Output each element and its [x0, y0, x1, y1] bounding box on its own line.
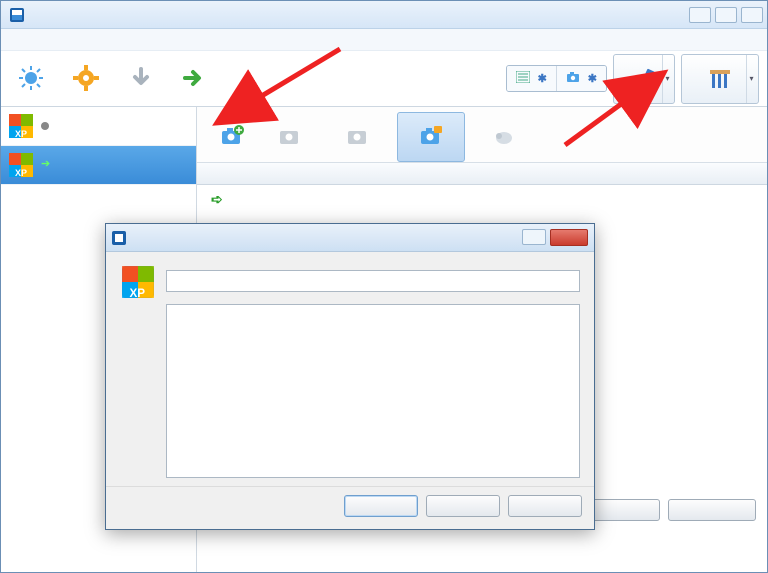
dialog-close-button[interactable]: [550, 229, 588, 246]
virtualbox-icon: [112, 231, 126, 245]
vm-os-icon: XP: [120, 289, 156, 303]
down-arrow-icon: [128, 65, 154, 91]
svg-text:XP: XP: [15, 129, 27, 139]
state-off-icon: [41, 122, 49, 130]
state-run-icon: ➔: [41, 158, 50, 171]
toolbar-right: ✱ ✱ ▾ ▾: [506, 54, 763, 104]
main-toolbar: ✱ ✱ ▾ ▾: [1, 51, 767, 107]
current-state-row[interactable]: ➪: [203, 189, 761, 210]
camera-x-icon: [278, 125, 302, 147]
view-toggle: ✱ ✱: [506, 65, 607, 92]
sheep-icon: [492, 125, 516, 147]
dialog-body: XP: [106, 252, 594, 486]
snapshot-delete-button: [261, 112, 319, 162]
dialog-icon-col: XP: [120, 264, 156, 478]
snapshot-properties-button[interactable]: [397, 112, 465, 162]
reset-snapshot-button[interactable]: [668, 499, 756, 521]
snapshot-clone-button: [465, 112, 543, 162]
vm-text: ➔: [41, 158, 54, 171]
configure-button[interactable]: [57, 53, 115, 105]
take-snapshot-dialog: XP: [105, 223, 595, 530]
camera-icon: [566, 71, 580, 86]
machines-button[interactable]: ▾: [613, 54, 675, 104]
dialog-title-buttons: [522, 229, 588, 246]
menubar: [1, 29, 767, 51]
details-pill[interactable]: ✱: [507, 66, 557, 91]
minimize-button[interactable]: [689, 7, 711, 23]
snapshot-tree: ➪: [197, 185, 767, 214]
snapshot-toolbar: [197, 107, 767, 163]
gear-icon: [73, 65, 99, 91]
tools-icon: [708, 67, 732, 91]
snapshot-desc-textarea[interactable]: [166, 304, 580, 478]
maximize-button[interactable]: [715, 7, 737, 23]
svg-text:XP: XP: [130, 287, 146, 300]
camera-restore-icon: [346, 125, 370, 147]
close-button[interactable]: [741, 7, 763, 23]
right-arrow-icon: [180, 65, 206, 91]
reset-button[interactable]: [115, 53, 167, 105]
vm-os-icon: XP: [7, 151, 35, 179]
create-button[interactable]: [5, 53, 57, 105]
svg-text:XP: XP: [15, 168, 27, 178]
vm-os-icon: XP: [7, 112, 35, 140]
hammer-icon: [632, 67, 656, 91]
vm-state: ➔: [41, 158, 54, 171]
sun-icon: [18, 65, 44, 91]
snapshots-pill[interactable]: ✱: [557, 66, 606, 91]
window-buttons: [689, 7, 763, 23]
details-pin-icon[interactable]: ✱: [538, 72, 547, 85]
dialog-form: [166, 264, 580, 478]
tools-button[interactable]: ▾: [681, 54, 759, 104]
show-button[interactable]: [167, 53, 219, 105]
vm-item-0[interactable]: XP: [1, 107, 196, 146]
dialog-help-button[interactable]: [522, 229, 546, 245]
dialog-titlebar: [106, 224, 594, 252]
snapshots-pin-icon[interactable]: ✱: [588, 72, 597, 85]
machines-dropdown-icon[interactable]: ▾: [662, 55, 672, 103]
snapshot-restore-button: [319, 112, 397, 162]
vm-state: [41, 122, 53, 130]
snapshot-make-button[interactable]: [203, 112, 261, 162]
camera-plus-icon: [220, 125, 244, 147]
dialog-ok-button[interactable]: [344, 495, 418, 517]
snapshot-name-input[interactable]: [166, 270, 580, 292]
dialog-help-button2[interactable]: [508, 495, 582, 517]
titlebar: [1, 1, 767, 29]
vm-text: [41, 122, 53, 130]
current-state-icon: ➪: [211, 191, 223, 208]
vm-item-1[interactable]: XP ➔: [1, 146, 196, 185]
dialog-buttons: [106, 486, 594, 529]
dialog-cancel-button[interactable]: [426, 495, 500, 517]
details-icon: [516, 71, 530, 86]
tools-dropdown-icon[interactable]: ▾: [746, 55, 756, 103]
camera-props-icon: [419, 125, 443, 147]
virtualbox-icon: [9, 7, 25, 23]
column-headers: [197, 163, 767, 185]
